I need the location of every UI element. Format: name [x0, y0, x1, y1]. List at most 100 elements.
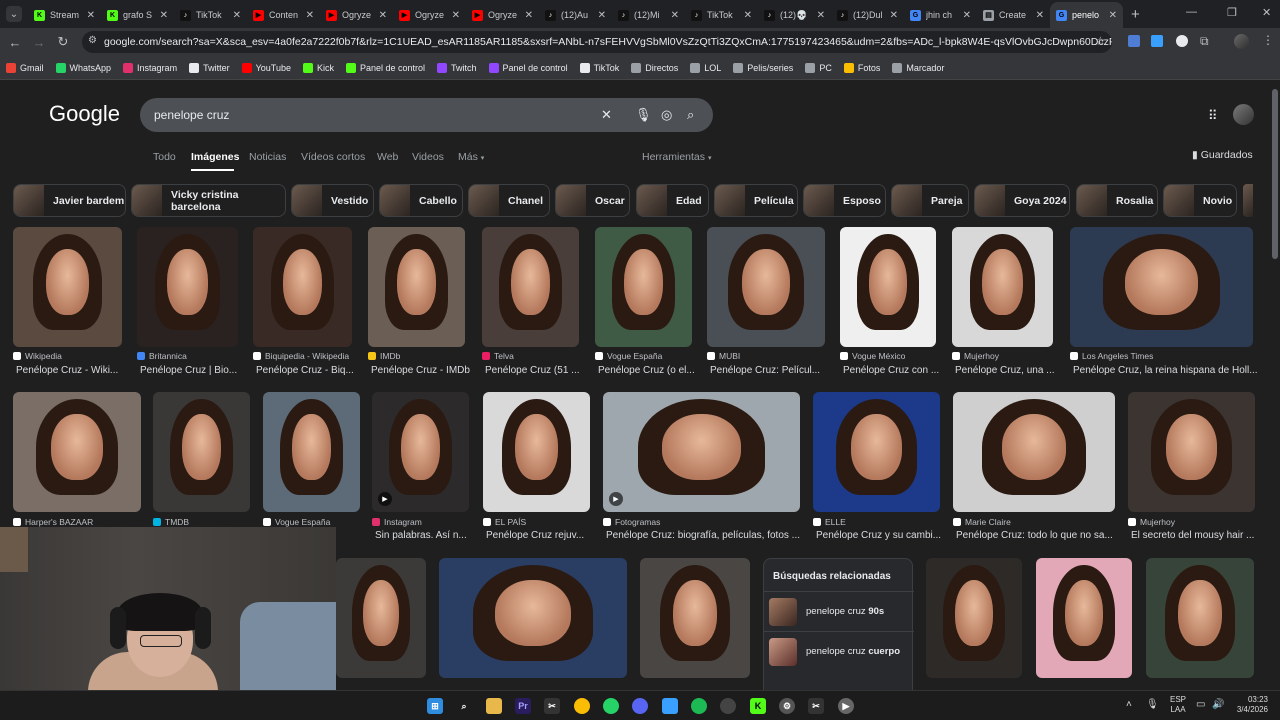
tab-close-icon[interactable]: ✕ — [890, 10, 898, 21]
result-title[interactable]: Penélope Cruz (o el... — [598, 365, 702, 376]
image-result-thumbnail[interactable] — [707, 227, 825, 347]
related-search-item[interactable]: penelope cruz 90s — [764, 591, 914, 631]
result-source[interactable]: EL PAÍS — [483, 517, 600, 527]
image-result-thumbnail[interactable] — [482, 227, 579, 347]
tab-close-icon[interactable]: ✕ — [744, 10, 752, 21]
media-player-icon[interactable]: ▶ — [838, 698, 854, 714]
browser-tab[interactable]: ▶ Ogryze ✕ — [320, 2, 393, 28]
tab-videos[interactable]: Videos — [412, 151, 444, 163]
browser-tab[interactable]: ▤ Create ✕ — [977, 2, 1050, 28]
browser-tab[interactable]: ▶ Ogryze ✕ — [466, 2, 539, 28]
image-result-thumbnail[interactable] — [813, 392, 940, 512]
tab-close-icon[interactable]: ✕ — [671, 10, 679, 21]
refinement-chip[interactable]: Pareja — [891, 184, 969, 217]
result-source[interactable]: Mujerhoy — [1128, 517, 1265, 527]
result-source[interactable]: Telva — [482, 351, 589, 361]
result-source[interactable]: Mujerhoy — [952, 351, 1063, 361]
image-result-thumbnail[interactable]: ▶ — [372, 392, 469, 512]
network-icon[interactable]: ▭ — [1196, 699, 1205, 710]
saved-button[interactable]: ▮ Guardados — [1192, 149, 1253, 161]
reload-button[interactable]: ↻ — [51, 34, 75, 50]
maximize-button[interactable]: ❐ — [1227, 6, 1237, 19]
image-result-thumbnail[interactable] — [1128, 392, 1255, 512]
result-title[interactable]: Penélope Cruz (51 ... — [485, 365, 589, 376]
microphone-icon[interactable]: 🎙 — [635, 107, 652, 123]
result-title[interactable]: Penélope Cruz: Películ... — [710, 365, 835, 376]
image-result-thumbnail[interactable] — [13, 392, 141, 512]
bookmark-star-icon[interactable]: ☆ — [1095, 34, 1106, 48]
bookmark-item[interactable]: Instagram — [123, 62, 177, 73]
image-result-thumbnail[interactable] — [336, 558, 426, 678]
google-logo[interactable]: Google — [49, 101, 120, 127]
forward-button[interactable]: → — [27, 35, 51, 50]
bookmark-item[interactable]: Marcador — [892, 62, 944, 73]
chip-overflow[interactable] — [1243, 184, 1253, 217]
image-result-thumbnail[interactable]: ▶ — [603, 392, 800, 512]
spotify-icon[interactable] — [691, 698, 707, 714]
image-result-thumbnail[interactable] — [640, 558, 750, 678]
refinement-chip[interactable]: Javier bardem — [13, 184, 126, 217]
tray-chevron-icon[interactable]: ˄ — [1126, 699, 1132, 710]
result-source[interactable]: Vogue España — [595, 351, 702, 361]
bookmark-item[interactable]: Panel de control — [345, 62, 425, 73]
tab-search-button[interactable]: ⌄ — [6, 6, 22, 22]
tab-close-icon[interactable]: ✕ — [379, 10, 387, 21]
tab-close-icon[interactable]: ✕ — [452, 10, 460, 21]
browser-tab[interactable]: ▶ Conten ✕ — [247, 2, 320, 28]
tab-close-icon[interactable]: ✕ — [160, 10, 168, 21]
result-source[interactable]: Fotogramas — [603, 517, 810, 527]
bookmark-item[interactable]: Fotos — [843, 62, 880, 73]
clock[interactable]: 03:23 3/4/2026 — [1232, 695, 1268, 715]
lens-camera-icon[interactable]: ◎ — [661, 107, 672, 123]
result-title[interactable]: Penélope Cruz: biografía, películas, fot… — [606, 530, 810, 541]
browser-tab[interactable]: ♪ TikTok ✕ — [685, 2, 758, 28]
apps-grid-icon[interactable]: ⠿ — [1208, 108, 1218, 124]
volume-icon[interactable]: 🔊 — [1212, 699, 1224, 710]
bookmark-item[interactable]: LOL — [690, 62, 721, 73]
result-title[interactable]: Penélope Cruz - Wiki... — [16, 365, 132, 376]
result-title[interactable]: Penélope Cruz | Bio... — [140, 365, 248, 376]
capcut-icon[interactable]: ✂ — [544, 698, 560, 714]
site-info-icon[interactable]: ⚙ — [88, 35, 97, 46]
refinement-chip[interactable]: Novio — [1163, 184, 1237, 217]
image-result-thumbnail[interactable] — [595, 227, 692, 347]
image-result-thumbnail[interactable] — [368, 227, 465, 347]
close-window-button[interactable]: ✕ — [1262, 6, 1271, 19]
result-source[interactable]: Vogue España — [263, 517, 370, 527]
search-icon[interactable]: ⌕ — [456, 698, 472, 714]
browser-tab[interactable]: ♪ (12)💀 ✕ — [758, 2, 831, 28]
refinement-chip[interactable]: Cabello — [379, 184, 463, 217]
clear-icon[interactable]: ✕ — [601, 107, 612, 123]
refinement-chip[interactable]: Vestido — [291, 184, 374, 217]
back-button[interactable]: ← — [3, 35, 27, 50]
tab-web[interactable]: Web — [377, 151, 398, 163]
tab-close-icon[interactable]: ✕ — [817, 10, 825, 21]
tab-short-videos[interactable]: Vídeos cortos — [301, 151, 365, 163]
chrome-icon[interactable] — [574, 698, 590, 714]
related-search-item[interactable]: penelope cruz cuerpo — [764, 631, 914, 671]
tab-close-icon[interactable]: ✕ — [1109, 10, 1117, 21]
image-result-thumbnail[interactable] — [1036, 558, 1132, 678]
tab-all[interactable]: Todo — [153, 151, 176, 163]
tab-close-icon[interactable]: ✕ — [598, 10, 606, 21]
account-avatar[interactable] — [1233, 104, 1254, 125]
tab-close-icon[interactable]: ✕ — [963, 10, 971, 21]
bookmark-item[interactable]: Gmail — [6, 62, 44, 73]
kick-icon[interactable]: K — [750, 698, 766, 714]
bookmark-item[interactable]: Directos — [631, 62, 678, 73]
bookmark-item[interactable]: PC — [805, 62, 832, 73]
tab-close-icon[interactable]: ✕ — [1036, 10, 1044, 21]
result-source[interactable]: Los Angeles Times — [1070, 351, 1263, 361]
scrollbar-thumb[interactable] — [1272, 89, 1278, 259]
refinement-chip[interactable]: Edad — [636, 184, 709, 217]
result-source[interactable]: IMDb — [368, 351, 475, 361]
extension-icon[interactable] — [1176, 35, 1188, 47]
result-title[interactable]: Penélope Cruz - Biq... — [256, 365, 362, 376]
result-source[interactable]: TMDB — [153, 517, 260, 527]
settings-gear-icon[interactable]: ⚙ — [779, 698, 795, 714]
bookmark-item[interactable]: Twitter — [189, 62, 230, 73]
tab-more[interactable]: Más ▾ — [458, 151, 484, 163]
image-result-thumbnail[interactable] — [1070, 227, 1253, 347]
file-explorer-icon[interactable] — [486, 698, 502, 714]
minimize-button[interactable]: — — [1186, 6, 1197, 18]
